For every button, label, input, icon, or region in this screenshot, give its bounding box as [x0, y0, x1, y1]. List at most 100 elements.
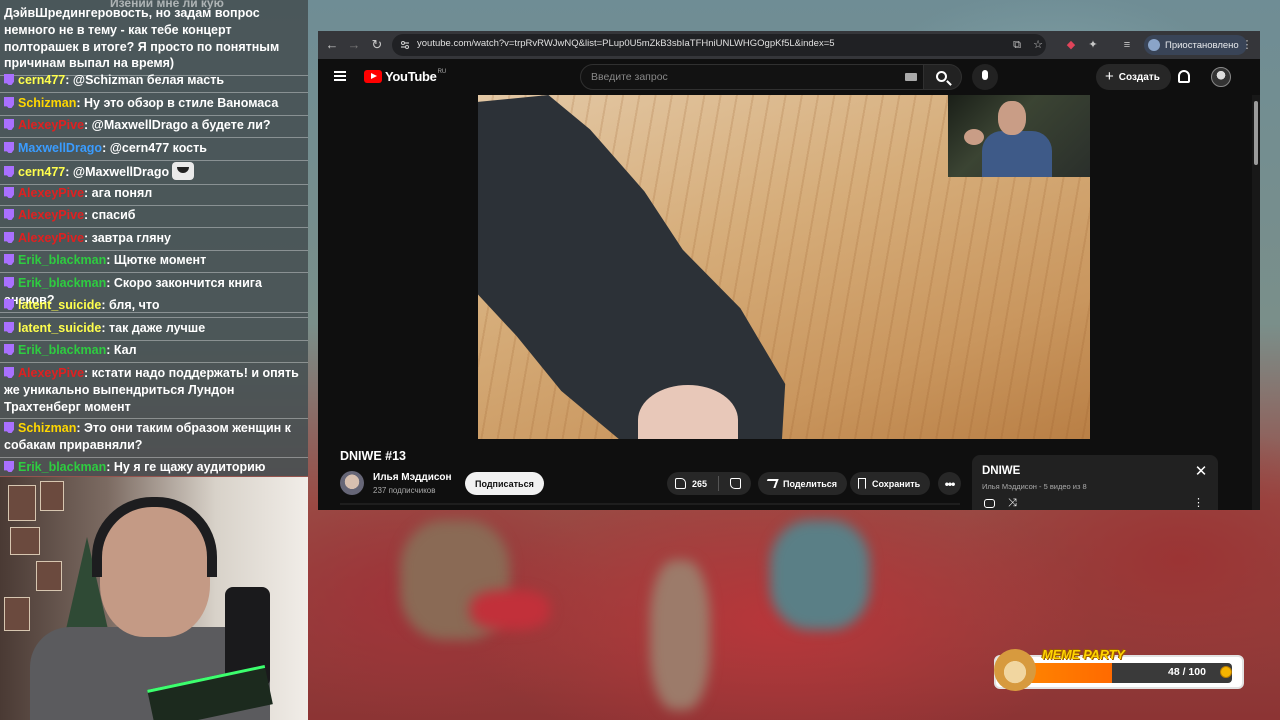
save-button[interactable]: Сохранить [850, 472, 931, 495]
voice-search-icon[interactable] [972, 64, 998, 90]
extension-icon[interactable]: ◆ [1064, 38, 1078, 52]
chat-username[interactable]: Erik_blackman [18, 343, 106, 357]
pip-hand [964, 129, 984, 145]
page-scrollbar[interactable] [1252, 95, 1260, 510]
pip-head [998, 101, 1026, 135]
search-placeholder: Введите запрос [591, 71, 668, 83]
like-count: 265 [692, 478, 708, 489]
chat-message: AlexeyPive: кстати надо поддержать! и оп… [0, 362, 308, 420]
playlist-menu-icon[interactable]: ⋮ [1193, 498, 1204, 509]
chat-message: MaxwellDrago: @cern477 кость [0, 137, 308, 161]
channel-avatar[interactable] [340, 471, 364, 495]
create-button[interactable]: + Создать [1096, 64, 1171, 90]
chat-text: : @MaxwellDrago а будете ли? [84, 118, 271, 132]
hamburger-menu-icon[interactable] [334, 71, 346, 81]
youtube-logo-text: YouTube [385, 69, 437, 84]
share-button[interactable]: Поделиться [758, 472, 848, 495]
forward-arrow-icon[interactable]: → [346, 37, 362, 53]
like-button[interactable]: 265 [667, 476, 719, 491]
subscriber-count: 237 подписчиков [373, 486, 436, 495]
loop-icon[interactable] [984, 499, 995, 508]
background-figure [770, 520, 870, 630]
notifications-bell-icon[interactable] [1178, 70, 1190, 83]
twitch-badge-icon [4, 119, 14, 130]
chat-message: Erik_blackman: Щютке момент [0, 249, 308, 273]
playlist-panel: DNIWE Илья Мэддисон - 5 видео из 8 ✕ ⤨ ⋮ [972, 455, 1218, 510]
youtube-play-icon [364, 70, 382, 83]
chat-text: : Щютке момент [106, 253, 207, 267]
background-figure [650, 560, 710, 710]
wall-poster [36, 561, 62, 591]
video-sock [478, 95, 786, 439]
bookmark-icon [858, 478, 866, 489]
url-field[interactable]: youtube.com/watch?v=trpRvRWJwNQ&list=PLu… [392, 34, 1046, 56]
chat-username[interactable]: AlexeyPive [18, 186, 84, 200]
chat-text: : @MaxwellDrago [65, 165, 170, 179]
chat-username[interactable]: Erik_blackman [18, 276, 106, 290]
chat-username[interactable]: AlexeyPive [18, 231, 84, 245]
share-arrow-icon [764, 479, 779, 488]
chat-username[interactable]: Erik_blackman [18, 253, 106, 267]
chat-username[interactable]: cern477 [18, 165, 65, 179]
install-app-icon[interactable]: ⧉ [1010, 38, 1024, 52]
subscribe-button[interactable]: Подписаться [465, 472, 544, 495]
search-input[interactable]: Введите запрос [580, 64, 924, 90]
account-avatar[interactable] [1211, 67, 1231, 87]
more-actions-button[interactable]: ••• [938, 472, 961, 495]
back-arrow-icon[interactable]: ← [324, 37, 340, 53]
extensions-puzzle-icon[interactable]: ✦ [1086, 38, 1100, 52]
chat-username[interactable]: cern477 [18, 73, 65, 87]
close-icon[interactable]: ✕ [1194, 464, 1208, 479]
reading-list-icon[interactable]: ≡ [1120, 38, 1134, 52]
region-label: RU [437, 69, 447, 75]
chat-username[interactable]: MaxwellDrago [18, 141, 102, 155]
twitch-badge-icon [4, 97, 14, 108]
twitch-badge-icon [4, 254, 14, 265]
bookmark-star-icon[interactable]: ☆ [1031, 38, 1045, 52]
address-bar: ← → ↻ youtube.com/watch?v=trpRvRWJwNQ&li… [318, 31, 1260, 59]
chat-username[interactable]: AlexeyPive [18, 366, 84, 380]
twitch-badge-icon [4, 166, 14, 177]
chat-text: : так даже лучше [101, 321, 206, 335]
twitch-badge-icon [4, 422, 14, 433]
profile-paused-button[interactable]: Приостановлено [1144, 35, 1247, 55]
chat-username[interactable]: latent_suicide [18, 321, 101, 335]
playlist-title[interactable]: DNIWE [982, 465, 1020, 477]
browser-menu-icon[interactable]: ⋮ [1240, 38, 1254, 52]
youtube-header: YouTube RU Введите запрос + Создать [318, 59, 1260, 95]
chat-username[interactable]: latent_suicide [18, 298, 101, 312]
chat-username[interactable]: AlexeyPive [18, 118, 84, 132]
chat-message: ДэйвШредингеровость, но задам вопрос нем… [0, 2, 308, 77]
plus-icon: + [1105, 68, 1114, 85]
create-label: Создать [1118, 71, 1160, 83]
channel-name[interactable]: Илья Мэддисон [373, 472, 452, 483]
youtube-logo[interactable]: YouTube RU [364, 69, 446, 84]
chat-message: AlexeyPive: ага понял [0, 182, 308, 206]
stream-chat: Изении мне ли кую ДэйвШредингеровость, н… [0, 0, 308, 476]
twitch-badge-icon [4, 232, 14, 243]
search-button[interactable] [924, 64, 962, 90]
coin-icon [1220, 666, 1232, 678]
scrollbar-thumb[interactable] [1254, 101, 1258, 165]
chat-text: : Ну это обзор в стиле Ваномаса [76, 96, 279, 110]
dislike-button[interactable] [719, 478, 751, 489]
wall-poster [40, 481, 64, 511]
chat-username[interactable]: Schizman [18, 96, 76, 110]
video-title: DNIWE #13 [340, 449, 406, 463]
thumbs-down-icon [729, 478, 741, 489]
chat-text: : Кал [106, 343, 137, 357]
keyboard-icon[interactable] [905, 73, 917, 81]
twitch-badge-icon [4, 74, 14, 85]
chat-message: latent_suicide: бля, что [0, 294, 308, 318]
profile-avatar-icon [1148, 39, 1160, 51]
site-settings-icon[interactable] [400, 40, 410, 50]
chat-username[interactable]: Schizman [18, 421, 76, 435]
shuffle-icon[interactable]: ⤨ [1008, 498, 1017, 509]
chat-message: cern477: @MaxwellDrago [0, 159, 308, 185]
chat-username[interactable]: AlexeyPive [18, 208, 84, 222]
chat-username[interactable]: Erik_blackman [18, 460, 106, 474]
meme-party-count: 48 / 100 [1168, 666, 1206, 678]
reload-icon[interactable]: ↻ [369, 37, 385, 53]
chat-text: : ага понял [84, 186, 153, 200]
twitch-badge-icon [4, 187, 14, 198]
